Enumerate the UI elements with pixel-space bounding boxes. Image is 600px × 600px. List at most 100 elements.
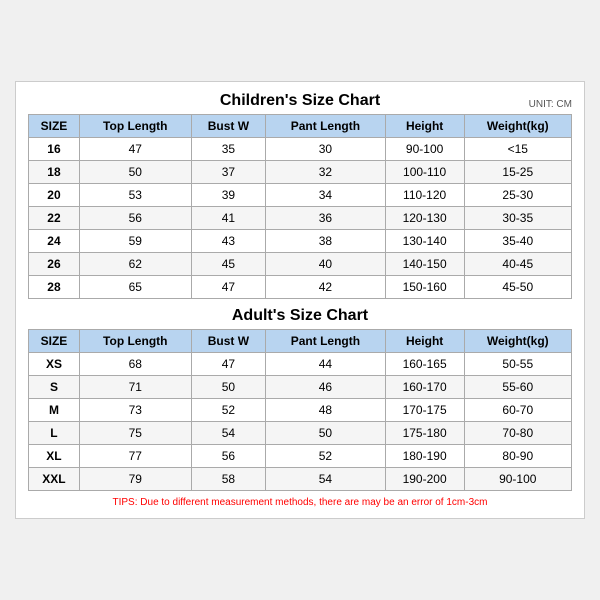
table-cell: 30-35 <box>464 207 571 230</box>
table-row: M735248170-17560-70 <box>29 399 572 422</box>
table-cell: 47 <box>191 353 266 376</box>
adult-title: Adult's Size Chart <box>232 307 368 325</box>
table-cell: 32 <box>266 161 386 184</box>
table-cell: 52 <box>266 445 386 468</box>
table-cell: 20 <box>29 184 80 207</box>
table-cell: 140-150 <box>385 253 464 276</box>
children-col-weight: Weight(kg) <box>464 115 571 138</box>
table-row: 18503732100-11015-25 <box>29 161 572 184</box>
table-cell: 180-190 <box>385 445 464 468</box>
table-row: XXL795854190-20090-100 <box>29 468 572 491</box>
table-cell: 40 <box>266 253 386 276</box>
table-row: 1647353090-100<15 <box>29 138 572 161</box>
table-cell: 56 <box>79 207 191 230</box>
adult-section: Adult's Size Chart SIZE Top Length Bust … <box>28 307 572 491</box>
table-cell: 50 <box>79 161 191 184</box>
table-cell: 26 <box>29 253 80 276</box>
adult-col-weight: Weight(kg) <box>464 330 571 353</box>
table-cell: 90-100 <box>385 138 464 161</box>
adult-table: SIZE Top Length Bust W Pant Length Heigh… <box>28 329 572 491</box>
table-cell: 47 <box>191 276 266 299</box>
children-title: Children's Size Chart <box>220 92 380 110</box>
table-cell: 18 <box>29 161 80 184</box>
table-cell: 38 <box>266 230 386 253</box>
table-cell: 48 <box>266 399 386 422</box>
table-cell: 160-165 <box>385 353 464 376</box>
table-cell: 36 <box>266 207 386 230</box>
table-cell: 53 <box>79 184 191 207</box>
table-cell: 25-30 <box>464 184 571 207</box>
children-col-pantlength: Pant Length <box>266 115 386 138</box>
children-col-bustw: Bust W <box>191 115 266 138</box>
unit-label: UNIT: CM <box>529 99 572 110</box>
table-cell: 80-90 <box>464 445 571 468</box>
table-row: XL775652180-19080-90 <box>29 445 572 468</box>
table-cell: 60-70 <box>464 399 571 422</box>
table-cell: 52 <box>191 399 266 422</box>
table-cell: 71 <box>79 376 191 399</box>
table-cell: XS <box>29 353 80 376</box>
table-cell: 39 <box>191 184 266 207</box>
table-row: 28654742150-16045-50 <box>29 276 572 299</box>
children-title-row: Children's Size Chart UNIT: CM <box>28 92 572 110</box>
table-cell: XXL <box>29 468 80 491</box>
table-cell: 110-120 <box>385 184 464 207</box>
table-cell: S <box>29 376 80 399</box>
table-cell: 22 <box>29 207 80 230</box>
table-cell: 150-160 <box>385 276 464 299</box>
children-col-size: SIZE <box>29 115 80 138</box>
table-cell: 24 <box>29 230 80 253</box>
table-cell: 50-55 <box>464 353 571 376</box>
table-row: 22564136120-13030-35 <box>29 207 572 230</box>
table-cell: 16 <box>29 138 80 161</box>
table-cell: 50 <box>266 422 386 445</box>
children-header-row: SIZE Top Length Bust W Pant Length Heigh… <box>29 115 572 138</box>
table-cell: 79 <box>79 468 191 491</box>
table-cell: 58 <box>191 468 266 491</box>
table-cell: 40-45 <box>464 253 571 276</box>
table-row: L755450175-18070-80 <box>29 422 572 445</box>
table-cell: 30 <box>266 138 386 161</box>
table-cell: XL <box>29 445 80 468</box>
table-cell: 130-140 <box>385 230 464 253</box>
table-cell: 56 <box>191 445 266 468</box>
adult-col-pantlength: Pant Length <box>266 330 386 353</box>
table-cell: <15 <box>464 138 571 161</box>
adult-col-bustw: Bust W <box>191 330 266 353</box>
table-cell: 59 <box>79 230 191 253</box>
table-cell: 34 <box>266 184 386 207</box>
table-cell: 100-110 <box>385 161 464 184</box>
children-tbody: 1647353090-100<1518503732100-11015-25205… <box>29 138 572 299</box>
table-cell: 43 <box>191 230 266 253</box>
table-cell: 54 <box>191 422 266 445</box>
table-cell: 44 <box>266 353 386 376</box>
table-cell: 90-100 <box>464 468 571 491</box>
table-cell: 50 <box>191 376 266 399</box>
table-cell: 45-50 <box>464 276 571 299</box>
table-cell: 45 <box>191 253 266 276</box>
adult-header-row: SIZE Top Length Bust W Pant Length Heigh… <box>29 330 572 353</box>
table-cell: 75 <box>79 422 191 445</box>
adult-title-row: Adult's Size Chart <box>28 307 572 325</box>
table-cell: 47 <box>79 138 191 161</box>
table-row: 20533934110-12025-30 <box>29 184 572 207</box>
table-cell: 46 <box>266 376 386 399</box>
table-cell: 175-180 <box>385 422 464 445</box>
table-row: 26624540140-15040-45 <box>29 253 572 276</box>
table-cell: 73 <box>79 399 191 422</box>
table-cell: 42 <box>266 276 386 299</box>
table-cell: 65 <box>79 276 191 299</box>
table-cell: 37 <box>191 161 266 184</box>
children-col-height: Height <box>385 115 464 138</box>
table-cell: 160-170 <box>385 376 464 399</box>
table-cell: 35 <box>191 138 266 161</box>
table-cell: 77 <box>79 445 191 468</box>
adult-col-height: Height <box>385 330 464 353</box>
table-cell: M <box>29 399 80 422</box>
table-cell: 15-25 <box>464 161 571 184</box>
table-cell: 68 <box>79 353 191 376</box>
table-cell: 190-200 <box>385 468 464 491</box>
children-table: SIZE Top Length Bust W Pant Length Heigh… <box>28 114 572 299</box>
table-cell: 28 <box>29 276 80 299</box>
children-col-toplength: Top Length <box>79 115 191 138</box>
